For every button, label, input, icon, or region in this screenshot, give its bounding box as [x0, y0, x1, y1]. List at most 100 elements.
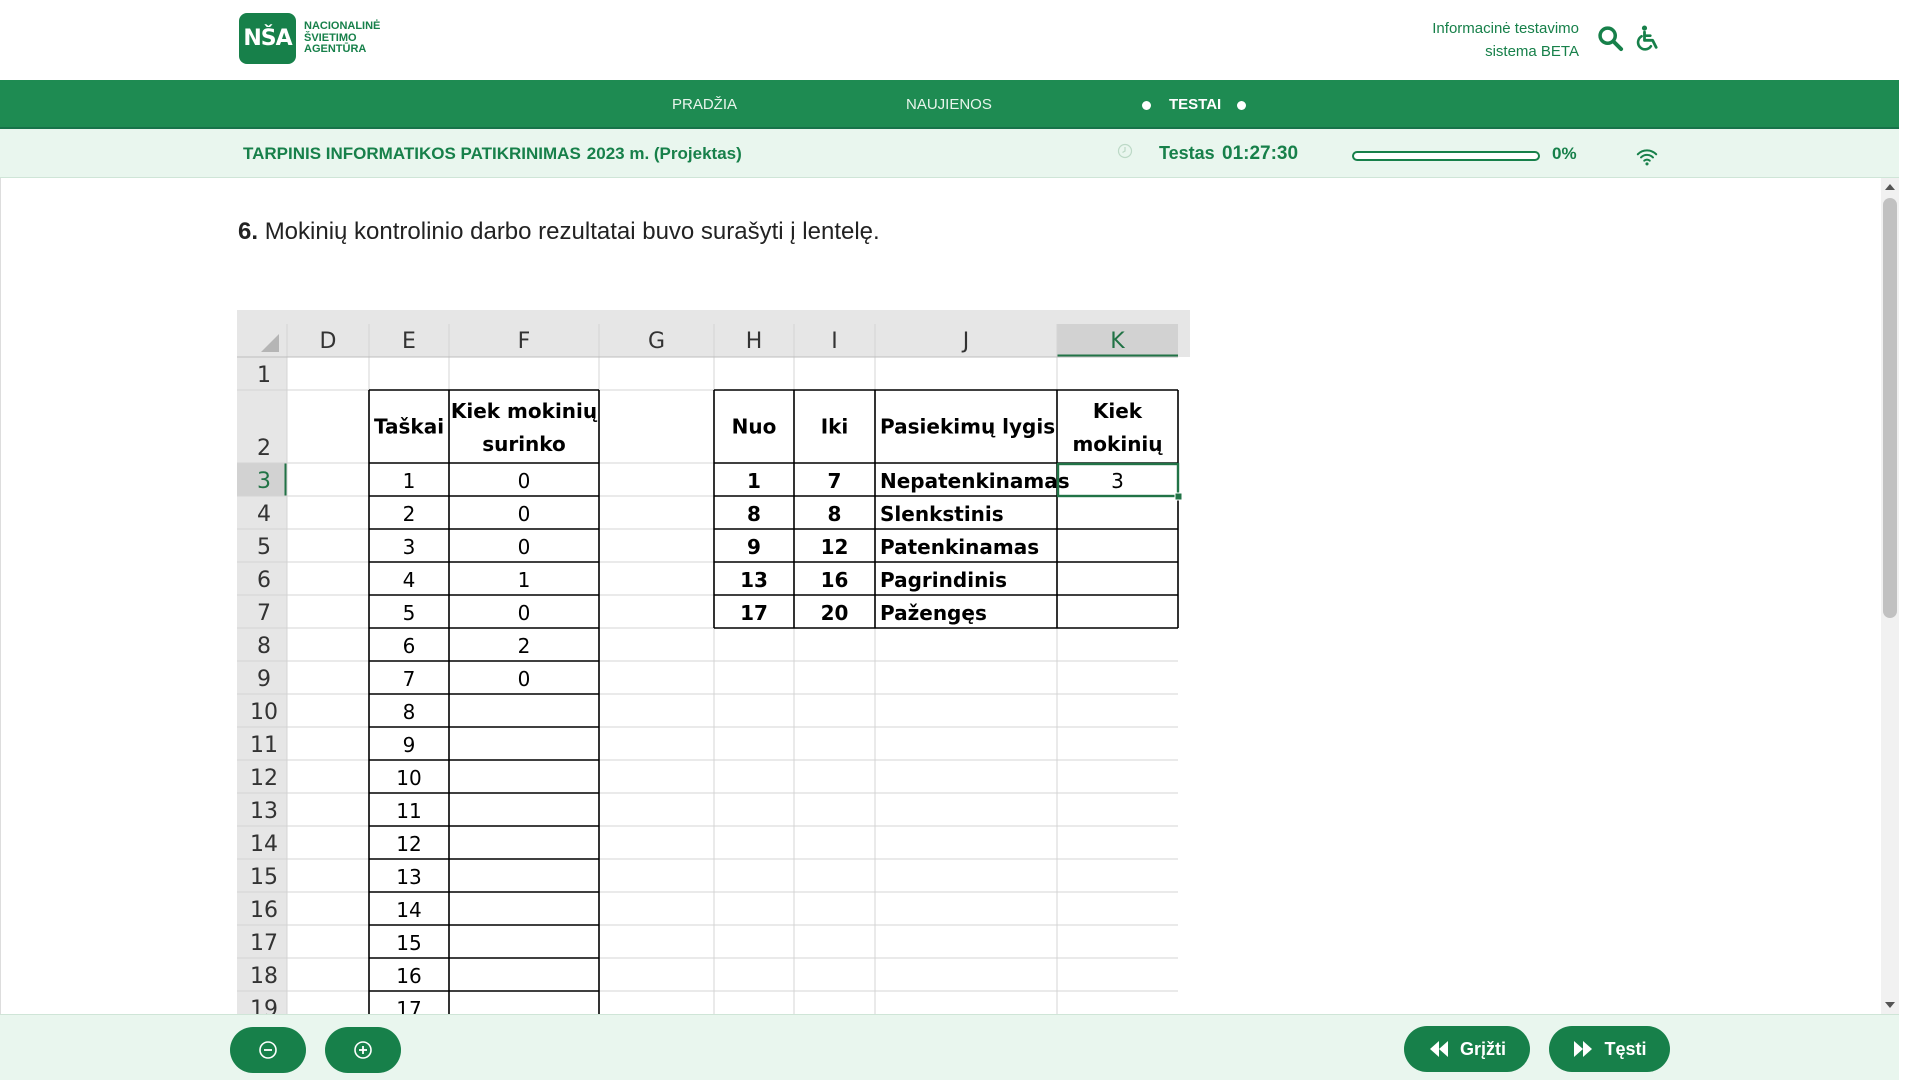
header: NŠA NACIONALINĖ ŠVIETIMO AGENTŪRA Inform… [0, 0, 1899, 80]
back-button-label: Grįžti [1459, 1038, 1506, 1059]
left-table-points-cell: 13 [396, 865, 421, 889]
row-header-label: 6 [257, 568, 271, 593]
left-table-points-cell: 10 [396, 766, 421, 790]
footer-bar: Grįžti Tęsti [0, 1014, 1899, 1080]
right-table-from-cell: 1 [747, 469, 761, 493]
right-table-to-cell: 12 [821, 535, 849, 559]
right-table-level-cell: Pagrindinis [880, 568, 1007, 592]
right-header-count-line: mokinių [1072, 432, 1163, 456]
nav-item-naujienos[interactable]: NAUJIENOS [906, 80, 992, 129]
nav-active-dot-right [1237, 101, 1246, 110]
exam-name: TARPINIS INFORMATIKOS PATIKRINIMAS [243, 144, 581, 163]
left-table-count-cell: 1 [518, 568, 531, 592]
right-header-label: Nuo [732, 415, 777, 439]
progress-bar [1352, 151, 1540, 161]
right-table-from-cell: 8 [747, 502, 761, 526]
left-header-count-line: surinko [482, 432, 566, 456]
right-table-from-cell: 17 [740, 601, 768, 625]
next-button[interactable]: Tęsti [1549, 1026, 1670, 1072]
left-table-points-cell: 6 [403, 634, 416, 658]
fill-handle [1174, 492, 1183, 501]
row-header-label: 4 [257, 502, 271, 527]
left-table-count-cell: 0 [518, 502, 531, 526]
left-table-points-cell: 2 [403, 502, 416, 526]
left-header-count-line: Kiek mokinių [451, 399, 598, 423]
left-table-points-cell: 9 [403, 733, 416, 757]
left-table-points-cell: 12 [396, 832, 421, 856]
double-chevron-left-icon [1429, 1041, 1448, 1057]
scroll-up-arrow[interactable] [1885, 184, 1895, 190]
left-table-points-cell: 11 [396, 799, 421, 823]
right-table-level-cell: Pažengęs [880, 601, 987, 625]
row-header-label: 3 [257, 469, 271, 494]
row-header-label: 1 [257, 363, 271, 388]
vertical-scrollbar[interactable] [1881, 178, 1899, 1014]
row-header-label: 15 [250, 865, 278, 890]
exam-title: TARPINIS INFORMATIKOS PATIKRINIMAS 2023 m… [243, 129, 742, 178]
accessibility-icon[interactable] [1634, 24, 1662, 52]
right-table-count-cell: 3 [1111, 469, 1124, 493]
back-button[interactable]: Grįžti [1404, 1026, 1530, 1072]
right-table-level-cell: Patenkinamas [880, 535, 1039, 559]
left-table-points-cell: 4 [403, 568, 416, 592]
left-table-points-cell: 15 [396, 931, 421, 955]
left-table-count-cell: 0 [518, 535, 531, 559]
exam-year: 2023 m. (Projektas) [586, 144, 742, 163]
left-table-points-cell: 1 [403, 469, 416, 493]
scroll-down-arrow[interactable] [1885, 1002, 1895, 1008]
right-table-level-cell: Slenkstinis [880, 502, 1004, 526]
column-header-label: K [1110, 329, 1125, 354]
row-header-label: 11 [250, 733, 278, 758]
left-table-points-cell: 16 [396, 964, 421, 988]
scroll-thumb[interactable] [1883, 198, 1897, 618]
row-header-label: 19 [250, 997, 278, 1014]
column-header-label: I [831, 329, 838, 354]
left-table-points-cell: 14 [396, 898, 421, 922]
system-name-line: Informacinė testavimo [1432, 20, 1579, 37]
nav-item-testai[interactable]: TESTAI [1169, 80, 1221, 129]
right-table-from-cell: 9 [747, 535, 761, 559]
row-header-label: 12 [250, 766, 278, 791]
column-header-label: E [402, 329, 416, 354]
logo-line: AGENTŪRA [304, 43, 367, 56]
test-info-bar: TARPINIS INFORMATIKOS PATIKRINIMAS 2023 m… [0, 129, 1899, 178]
right-table-to-cell: 8 [828, 502, 842, 526]
right-header-count-line: Kiek [1093, 399, 1143, 423]
zoom-in-icon [354, 1041, 372, 1059]
progress-percent: 0% [1552, 144, 1577, 163]
double-chevron-right-icon [1574, 1041, 1593, 1057]
nav-active-dot-left [1142, 101, 1151, 110]
test-timer: 01:27:30 [1222, 143, 1299, 164]
row-header-label: 2 [257, 436, 271, 461]
left-table-points-cell: 8 [403, 700, 416, 724]
nsa-logo[interactable]: NŠA NACIONALINĖ ŠVIETIMO AGENTŪRA [239, 13, 414, 64]
row-header-label: 17 [250, 931, 278, 956]
main-nav: PRADŽIA NAUJIENOS TESTAI [0, 80, 1899, 129]
column-header-label: H [746, 329, 763, 354]
right-table-to-cell: 20 [821, 601, 849, 625]
row-header-label: 10 [250, 700, 278, 725]
row-header-label: 18 [250, 964, 278, 989]
left-header-points: Taškai [374, 415, 444, 439]
zoom-out-button[interactable] [230, 1027, 306, 1073]
row-header-label: 7 [257, 601, 271, 626]
row-header-label: 5 [257, 535, 271, 560]
right-table-to-cell: 7 [828, 469, 842, 493]
row-header-label: 8 [257, 634, 271, 659]
left-table-points-cell: 17 [396, 997, 421, 1014]
column-header-label: F [518, 329, 531, 354]
wifi-icon [1636, 149, 1658, 166]
row-header-label: 9 [257, 667, 271, 692]
left-table-points-cell: 3 [403, 535, 416, 559]
search-icon[interactable] [1596, 24, 1624, 52]
row-header-label: 13 [250, 799, 278, 824]
zoom-in-button[interactable] [325, 1027, 401, 1073]
question-body: Mokinių kontrolinio darbo rezultatai buv… [264, 218, 880, 245]
column-header-label: D [320, 329, 337, 354]
left-table-count-cell: 0 [518, 667, 531, 691]
nav-item-pradzia[interactable]: PRADŽIA [672, 80, 737, 129]
column-header-label: J [961, 329, 970, 354]
right-table-to-cell: 16 [821, 568, 849, 592]
right-table-from-cell: 13 [740, 568, 768, 592]
row-header-label: 16 [250, 898, 278, 923]
